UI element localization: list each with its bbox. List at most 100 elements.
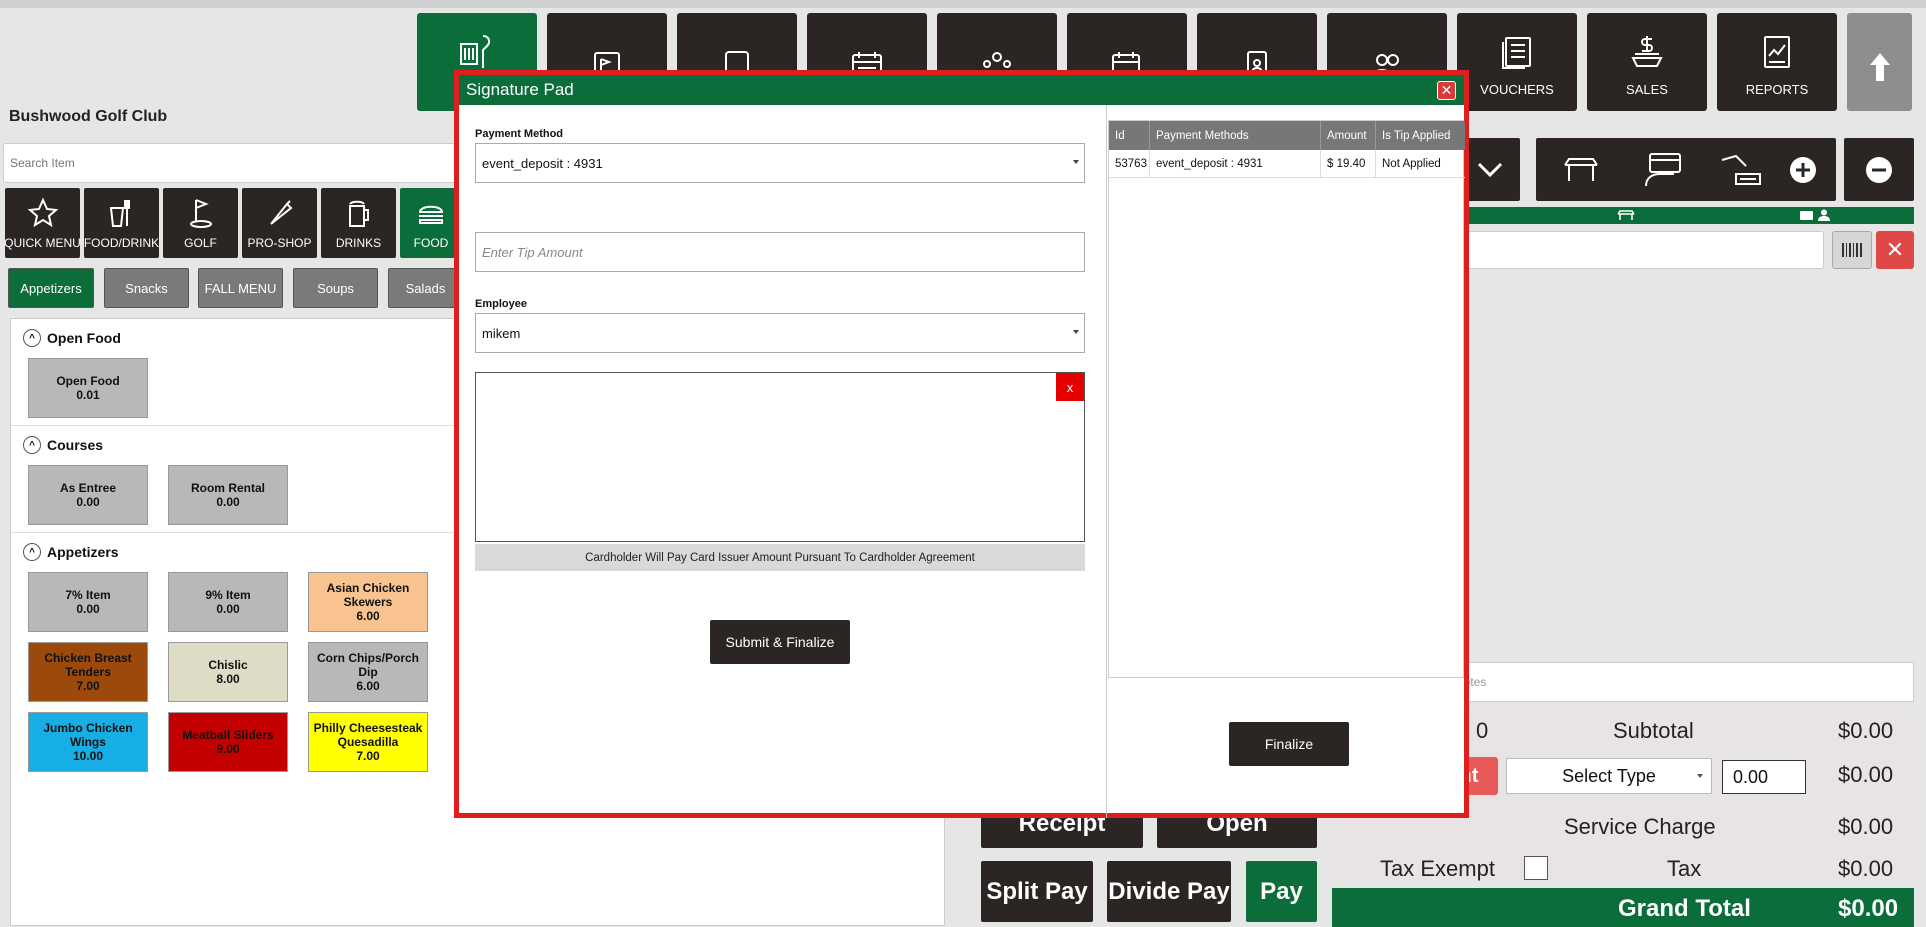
close-icon: ✕: [1440, 82, 1453, 98]
chevron-down-button[interactable]: [1460, 138, 1520, 201]
tip-amount-input[interactable]: Enter Tip Amount: [475, 232, 1085, 272]
reports-icon: [1755, 30, 1799, 74]
subtotal-value: $0.00: [1838, 718, 1894, 743]
category-drinks[interactable]: DRINKS: [321, 188, 396, 258]
item-meatball-sliders[interactable]: Meatball Sliders 9.00: [168, 712, 288, 772]
minus-circle-icon: [1866, 156, 1892, 183]
chevron-down-icon: [1477, 162, 1503, 177]
item-jumbo-chicken-wings[interactable]: Jumbo Chicken Wings 10.00: [28, 712, 148, 772]
tax-label: Tax: [1667, 856, 1702, 881]
grand-total-value: $0.00: [1838, 895, 1899, 922]
close-icon: ✕: [1885, 237, 1905, 262]
barcode-icon: [1842, 243, 1862, 257]
item-7-percent[interactable]: 7% Item 0.00: [28, 572, 148, 632]
grand-total-label: Grand Total: [1618, 895, 1751, 922]
discount-value-input[interactable]: 0.00: [1722, 760, 1806, 794]
scroll-up-button[interactable]: [1847, 13, 1912, 111]
col-id: Id: [1109, 121, 1150, 150]
col-amount: Amount: [1321, 121, 1376, 150]
subtab-appetizers[interactable]: Appetizers: [8, 268, 94, 308]
dialog-close-button[interactable]: ✕: [1437, 81, 1456, 100]
signature-canvas[interactable]: x: [475, 372, 1085, 542]
discount-type-select[interactable]: Select Type: [1506, 758, 1712, 794]
nav-vouchers-button[interactable]: VOUCHERS: [1457, 13, 1577, 111]
collapse-icon: ^: [23, 543, 41, 561]
item-corn-chips[interactable]: Corn Chips/Porch Dip 6.00: [308, 642, 428, 702]
dropdown-arrow-icon: [1073, 160, 1079, 164]
order-header-strip: [1440, 207, 1914, 224]
section-appetizers-header[interactable]: ^ Appetizers: [23, 543, 119, 561]
split-pay-button[interactable]: Split Pay: [981, 861, 1093, 922]
payment-methods-table: Id Payment Methods Amount Is Tip Applied…: [1108, 120, 1465, 678]
category-pro-shop[interactable]: PRO-SHOP: [242, 188, 317, 258]
item-open-food[interactable]: Open Food 0.01: [28, 358, 148, 418]
item-room-rental[interactable]: Room Rental 0.00: [168, 465, 288, 525]
category-quick-menu[interactable]: QUICK MENU: [5, 188, 80, 258]
submit-finalize-button[interactable]: Submit & Finalize: [710, 620, 850, 664]
subtab-snacks[interactable]: Snacks: [104, 268, 189, 308]
arrow-up-icon: [1858, 45, 1902, 89]
table-icon: [1564, 157, 1598, 181]
beer-icon: [348, 200, 369, 227]
col-payment-methods: Payment Methods: [1150, 121, 1321, 150]
nav-sales-button[interactable]: SALES: [1587, 13, 1707, 111]
top-bar: [0, 0, 1926, 8]
tax-value: $0.00: [1838, 856, 1894, 881]
item-count: 0: [1476, 718, 1489, 743]
subtab-fall-menu[interactable]: FALL MENU: [198, 268, 283, 308]
sales-icon: [1625, 30, 1669, 74]
service-charge-value: $0.00: [1838, 814, 1894, 839]
barcode-button[interactable]: [1832, 231, 1872, 269]
clear-order-button[interactable]: ✕: [1876, 231, 1914, 269]
wallet-icon: [1800, 211, 1813, 220]
cash-hand-icon: [1721, 154, 1761, 185]
category-food-drink[interactable]: FOOD/DRINK: [84, 188, 159, 258]
table-header: Id Payment Methods Amount Is Tip Applied: [1109, 121, 1465, 150]
category-food[interactable]: FOOD: [400, 188, 462, 258]
employee-select[interactable]: mikem: [475, 313, 1085, 353]
clear-signature-button[interactable]: x: [1056, 373, 1084, 401]
dropdown-arrow-icon: [1697, 774, 1703, 778]
service-charge-label: Service Charge: [1564, 814, 1716, 839]
section-courses-header[interactable]: ^ Courses: [23, 436, 103, 454]
add-button[interactable]: [1770, 138, 1836, 201]
item-chislic[interactable]: Chislic 8.00: [168, 642, 288, 702]
discount-amount: $0.00: [1838, 762, 1894, 787]
item-as-entree[interactable]: As Entree 0.00: [28, 465, 148, 525]
collapse-icon: ^: [23, 329, 41, 347]
tax-exempt-checkbox[interactable]: [1524, 856, 1548, 880]
remove-button[interactable]: [1844, 138, 1914, 201]
golf-bag-icon: [455, 30, 499, 74]
plus-circle-icon: [1790, 156, 1816, 183]
payment-method-select[interactable]: event_deposit : 4931: [475, 143, 1085, 183]
col-is-tip-applied: Is Tip Applied: [1382, 129, 1451, 142]
divide-pay-button[interactable]: Divide Pay: [1107, 861, 1231, 922]
item-philly-cheesesteak[interactable]: Philly Cheesesteak Quesadilla 7.00: [308, 712, 428, 772]
category-golf[interactable]: GOLF: [163, 188, 238, 258]
table-row[interactable]: 53763 event_deposit : 4931 $ 19.40 Not A…: [1109, 150, 1465, 178]
subtab-salads[interactable]: Salads: [388, 268, 463, 308]
item-chicken-breast-tenders[interactable]: Chicken Breast Tenders 7.00: [28, 642, 148, 702]
search-input[interactable]: Search Item: [3, 143, 463, 183]
subtab-soups[interactable]: Soups: [293, 268, 378, 308]
user-icon: [1818, 209, 1830, 221]
pay-button[interactable]: Pay: [1246, 861, 1317, 922]
finalize-button[interactable]: Finalize: [1229, 722, 1349, 766]
dialog-title: Signature Pad: [466, 80, 574, 99]
order-notes-input[interactable]: d Notes: [1440, 662, 1914, 702]
payment-method-label: Payment Method: [475, 128, 564, 140]
table-small-icon: [1617, 210, 1635, 220]
subtotal-label: Subtotal: [1613, 718, 1694, 743]
table-button[interactable]: [1536, 138, 1626, 201]
food-drink-icon: [109, 200, 130, 227]
section-open-food-header[interactable]: ^ Open Food: [23, 329, 121, 347]
employee-label: Employee: [475, 298, 527, 310]
card-swipe-icon: [1645, 152, 1681, 186]
item-9-percent[interactable]: 9% Item 0.00: [168, 572, 288, 632]
item-asian-chicken-skewers[interactable]: Asian Chicken Skewers 6.00: [308, 572, 428, 632]
star-icon: [27, 197, 58, 228]
nav-reports-button[interactable]: REPORTS: [1717, 13, 1837, 111]
cardholder-agreement-text: Cardholder Will Pay Card Issuer Amount P…: [475, 544, 1085, 571]
dialog-divider: [1106, 105, 1107, 818]
dialog-title-bar: Signature Pad ✕: [459, 75, 1464, 105]
